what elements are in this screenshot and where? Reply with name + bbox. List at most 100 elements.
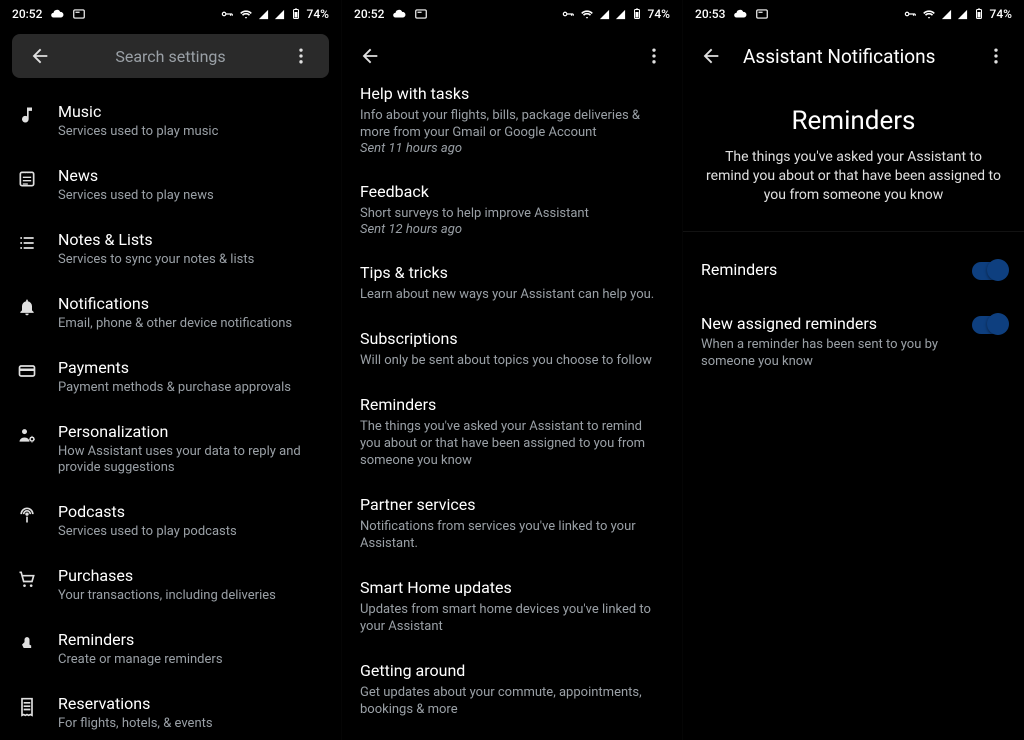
category-title: Feedback: [360, 182, 664, 202]
screen-settings: 20:52 74% Search settings: [0, 0, 341, 740]
category-item[interactable]: Subscriptions Will only be sent about to…: [360, 317, 664, 383]
category-description: Learn about new ways your Assistant can …: [360, 286, 664, 303]
wifi-icon: [239, 7, 253, 21]
category-item[interactable]: Reminders The things you've asked your A…: [360, 383, 664, 483]
category-sent-time: Sent 12 hours ago: [360, 222, 664, 237]
music-icon: [14, 102, 40, 125]
category-item[interactable]: Help with tasks Info about your flights,…: [360, 84, 664, 170]
today-icon: [414, 7, 428, 21]
categories-list[interactable]: Help with tasks Info about your flights,…: [342, 84, 682, 740]
settings-item-subtitle: Services used to play podcasts: [58, 524, 327, 540]
signal-icon: [957, 9, 968, 20]
hero-description: The things you've asked your Assistant t…: [703, 148, 1004, 205]
screen-notification-categories: 20:52 74% Help with tasks: [341, 0, 682, 740]
wifi-icon: [580, 7, 594, 21]
card-icon: [14, 358, 40, 381]
settings-list[interactable]: Music Services used to play music News S…: [0, 84, 341, 740]
settings-item-subtitle: Your transactions, including deliveries: [58, 588, 327, 604]
toggle-title: New assigned reminders: [701, 314, 958, 333]
receipt-icon: [14, 694, 40, 717]
overflow-button[interactable]: [976, 36, 1016, 76]
settings-item-title: Payments: [58, 358, 327, 378]
search-bar[interactable]: Search settings: [12, 34, 329, 78]
more-vert-icon: [291, 46, 311, 66]
settings-item-receipt[interactable]: Reservations For flights, hotels, & even…: [10, 682, 331, 740]
settings-item-subtitle: Services to sync your notes & lists: [58, 252, 327, 268]
settings-item-subtitle: Services used to play news: [58, 188, 327, 204]
category-description: Will only be sent about topics you choos…: [360, 352, 664, 369]
news-icon: [14, 166, 40, 189]
settings-item-bell[interactable]: Notifications Email, phone & other devic…: [10, 282, 331, 346]
settings-item-title: Music: [58, 102, 327, 122]
person-gear-icon: [14, 422, 40, 445]
category-title: Help with tasks: [360, 84, 664, 104]
search-input[interactable]: Search settings: [60, 47, 281, 66]
status-bar: 20:53 74%: [683, 0, 1024, 28]
settings-item-title: Reminders: [58, 630, 327, 650]
today-icon: [72, 7, 86, 21]
settings-item-subtitle: Services used to play music: [58, 124, 327, 140]
battery-percent: 74%: [990, 7, 1012, 21]
category-item[interactable]: Feedback Short surveys to help improve A…: [360, 170, 664, 251]
category-item[interactable]: Tips & tricks Learn about new ways your …: [360, 251, 664, 317]
category-description: Short surveys to help improve Assistant: [360, 205, 664, 222]
settings-item-podcast[interactable]: Podcasts Services used to play podcasts: [10, 490, 331, 554]
category-title: Subscriptions: [360, 329, 664, 349]
settings-item-news[interactable]: News Services used to play news: [10, 154, 331, 218]
list-icon: [14, 230, 40, 253]
settings-item-title: Notifications: [58, 294, 327, 314]
screen-reminders: 20:53 74% Assistant Notifications: [682, 0, 1024, 740]
toggle-description: When a reminder has been sent to you by …: [701, 336, 958, 370]
cloud-icon: [50, 7, 64, 21]
category-title: Partner services: [360, 495, 664, 515]
settings-item-list[interactable]: Notes & Lists Services to sync your note…: [10, 218, 331, 282]
appbar-title: Assistant Notifications: [743, 45, 964, 68]
category-description: Info about your flights, bills, package …: [360, 107, 664, 141]
more-vert-icon: [644, 46, 664, 66]
category-description: Get updates about your commute, appointm…: [360, 684, 664, 718]
toggle-switch[interactable]: [972, 262, 1006, 280]
category-item[interactable]: Partner services Notifications from serv…: [360, 483, 664, 566]
settings-item-subtitle: For flights, hotels, & events: [58, 716, 327, 732]
settings-item-cart[interactable]: Purchases Your transactions, including d…: [10, 554, 331, 618]
battery-percent: 74%: [307, 7, 329, 21]
search-appbar: Search settings: [0, 28, 341, 84]
signal-icon: [258, 9, 269, 20]
settings-item-music[interactable]: Music Services used to play music: [10, 90, 331, 154]
settings-item-title: News: [58, 166, 327, 186]
arrow-back-icon: [700, 45, 722, 67]
appbar: Assistant Notifications: [683, 28, 1024, 84]
category-item[interactable]: Smart Home updates Updates from smart ho…: [360, 566, 664, 649]
settings-item-title: Podcasts: [58, 502, 327, 522]
toggle-switch[interactable]: [972, 316, 1006, 334]
settings-item-finger[interactable]: Reminders Create or manage reminders: [10, 618, 331, 682]
vpn-key-icon: [903, 7, 917, 21]
signal-icon: [941, 9, 952, 20]
signal-icon: [274, 9, 285, 20]
settings-item-subtitle: Payment methods & purchase approvals: [58, 380, 327, 396]
toggle-row[interactable]: Reminders: [701, 244, 1006, 298]
status-time: 20:52: [12, 7, 42, 21]
category-sent-time: Sent 11 hours ago: [360, 141, 664, 156]
vpn-key-icon: [561, 7, 575, 21]
back-button[interactable]: [350, 36, 390, 76]
category-item[interactable]: Getting around Get updates about your co…: [360, 649, 664, 732]
category-title: Reminders: [360, 395, 664, 415]
category-description: The things you've asked your Assistant t…: [360, 418, 664, 469]
back-button[interactable]: [691, 36, 731, 76]
hero-title: Reminders: [703, 106, 1004, 136]
status-time: 20:53: [695, 7, 725, 21]
overflow-button[interactable]: [634, 36, 674, 76]
battery-icon: [973, 7, 985, 21]
finger-icon: [14, 630, 40, 653]
toggle-row[interactable]: New assigned reminders When a reminder h…: [701, 298, 1006, 386]
settings-item-card[interactable]: Payments Payment methods & purchase appr…: [10, 346, 331, 410]
back-button[interactable]: [20, 36, 60, 76]
overflow-button[interactable]: [281, 36, 321, 76]
battery-icon: [290, 7, 302, 21]
podcast-icon: [14, 502, 40, 525]
signal-icon: [599, 9, 610, 20]
bell-icon: [14, 294, 40, 317]
settings-item-title: Notes & Lists: [58, 230, 327, 250]
settings-item-person-gear[interactable]: Personalization How Assistant uses your …: [10, 410, 331, 490]
